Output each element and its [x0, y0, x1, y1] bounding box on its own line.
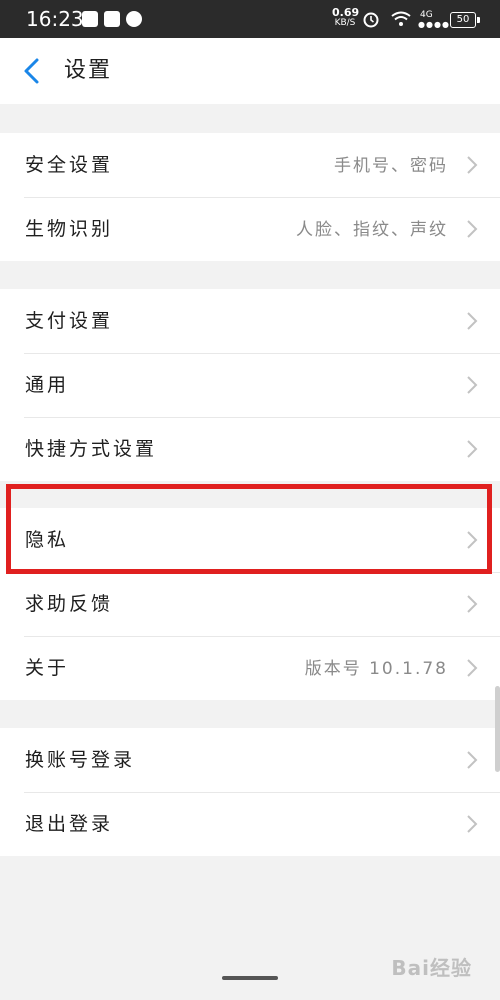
alarm-icon — [363, 12, 379, 28]
status-bar: 16:23 0.69 KB/S 4G ●●●● 50 — [0, 0, 500, 38]
row-shortcut-settings[interactable]: 快捷方式设置 — [0, 417, 500, 481]
row-label: 支付设置 — [25, 310, 114, 332]
row-value: 版本号 10.1.78 — [304, 659, 448, 679]
chevron-right-icon — [467, 815, 478, 833]
settings-group-account: 安全设置 手机号、密码 生物识别 人脸、指纹、声纹 — [0, 133, 500, 261]
net-speed-unit: KB/S — [334, 18, 356, 28]
settings-group-login: 换账号登录 退出登录 — [0, 728, 500, 856]
row-privacy[interactable]: 隐私 — [0, 508, 500, 572]
row-label: 通用 — [25, 374, 70, 396]
net-speed: 0.69 KB/S — [332, 6, 360, 28]
signal-icon: ●●●● — [418, 20, 450, 29]
chevron-right-icon — [467, 220, 478, 238]
row-biometrics[interactable]: 生物识别 人脸、指纹、声纹 — [0, 197, 500, 261]
battery-icon: 50 — [450, 12, 480, 28]
row-label: 隐私 — [25, 529, 70, 551]
chevron-right-icon — [467, 595, 478, 613]
chevron-right-icon — [467, 156, 478, 174]
chevron-right-icon — [467, 531, 478, 549]
row-general[interactable]: 通用 — [0, 353, 500, 417]
row-label: 安全设置 — [25, 154, 114, 176]
mail-icon — [104, 11, 120, 27]
net-speed-value: 0.69 — [332, 6, 360, 19]
home-indicator[interactable] — [222, 976, 278, 980]
watermark-logo: Bai经验 — [391, 956, 472, 980]
row-value: 人脸、指纹、声纹 — [296, 220, 448, 240]
row-about[interactable]: 关于 版本号 10.1.78 — [0, 636, 500, 700]
chevron-right-icon — [467, 440, 478, 458]
row-label: 退出登录 — [25, 813, 114, 835]
settings-group-privacy: 隐私 求助反馈 关于 版本号 10.1.78 — [0, 508, 500, 700]
status-time: 16:23 — [26, 7, 84, 31]
row-label: 求助反馈 — [25, 593, 114, 615]
network-type: 4G — [420, 10, 433, 20]
row-label: 生物识别 — [25, 218, 114, 240]
chevron-right-icon — [467, 376, 478, 394]
row-label: 换账号登录 — [25, 749, 136, 771]
page-header: 设置 — [0, 38, 500, 104]
row-security-settings[interactable]: 安全设置 手机号、密码 — [0, 133, 500, 197]
chevron-right-icon — [467, 751, 478, 769]
chevron-right-icon — [467, 312, 478, 330]
scrollbar[interactable] — [495, 686, 500, 772]
row-value: 手机号、密码 — [334, 156, 448, 176]
row-help-feedback[interactable]: 求助反馈 — [0, 572, 500, 636]
wifi-icon — [391, 11, 411, 26]
qq-icon — [126, 11, 142, 27]
battery-level: 50 — [456, 14, 470, 25]
page-title: 设置 — [64, 58, 113, 83]
row-payment-settings[interactable]: 支付设置 — [0, 289, 500, 353]
row-label: 关于 — [25, 657, 70, 679]
chevron-right-icon — [467, 659, 478, 677]
row-logout[interactable]: 退出登录 — [0, 792, 500, 856]
chevron-left-icon[interactable] — [20, 56, 44, 86]
settings-group-general: 支付设置 通用 快捷方式设置 — [0, 289, 500, 481]
row-label: 快捷方式设置 — [25, 438, 158, 460]
row-switch-account[interactable]: 换账号登录 — [0, 728, 500, 792]
yen-icon — [82, 11, 98, 27]
